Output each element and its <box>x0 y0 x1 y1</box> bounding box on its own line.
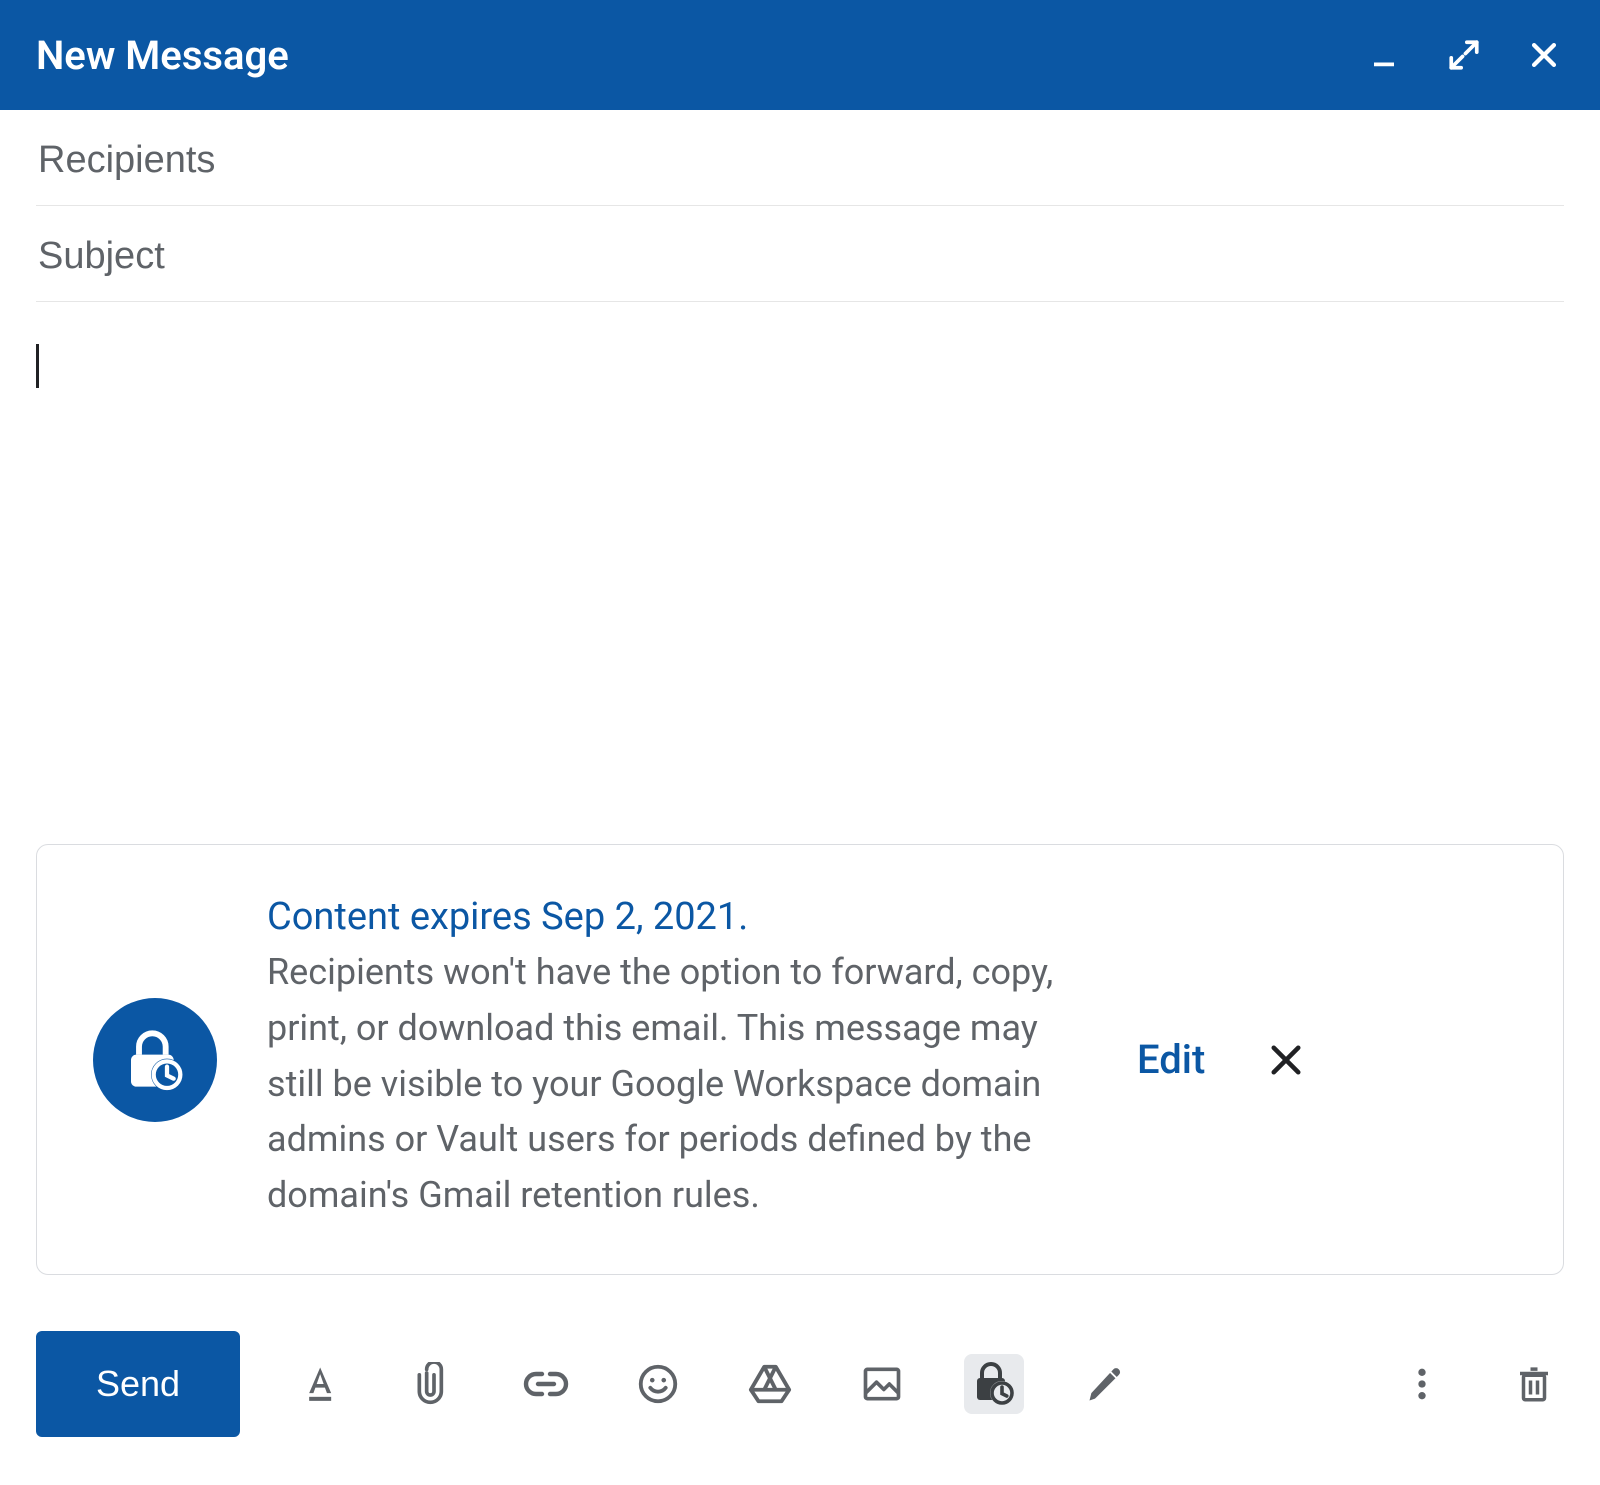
subject-row <box>36 206 1564 302</box>
confidential-headline: Content expires Sep 2, 2021. <box>267 895 1087 939</box>
insert-emoji-button[interactable] <box>628 1354 688 1414</box>
close-icon <box>1265 1039 1307 1081</box>
emoji-icon <box>635 1361 681 1407</box>
window-title: New Message <box>36 32 1364 79</box>
attach-file-button[interactable] <box>404 1354 464 1414</box>
minimize-icon <box>1369 40 1399 70</box>
confidential-edit-button[interactable]: Edit <box>1137 1036 1205 1083</box>
window-controls <box>1364 35 1564 75</box>
confidential-actions: Edit <box>1137 1036 1307 1083</box>
confidential-clock-lock-icon <box>123 1028 187 1092</box>
trash-icon <box>1513 1363 1555 1405</box>
titlebar: New Message <box>0 0 1600 110</box>
recipients-row <box>36 110 1564 206</box>
insert-drive-button[interactable] <box>740 1354 800 1414</box>
insert-link-button[interactable] <box>516 1354 576 1414</box>
discard-draft-button[interactable] <box>1504 1354 1564 1414</box>
compose-window: New Message <box>0 0 1600 1485</box>
confidential-description: Recipients won't have the option to forw… <box>267 945 1087 1224</box>
formatting-options-button[interactable] <box>292 1354 352 1414</box>
image-icon <box>860 1362 904 1406</box>
confidential-dismiss-button[interactable] <box>1265 1039 1307 1081</box>
expand-button[interactable] <box>1444 35 1484 75</box>
close-button[interactable] <box>1524 35 1564 75</box>
confidential-mode-button[interactable] <box>964 1354 1024 1414</box>
more-vertical-icon <box>1402 1364 1442 1404</box>
insert-signature-button[interactable] <box>1076 1354 1136 1414</box>
message-body[interactable] <box>0 302 1600 844</box>
link-icon <box>522 1360 570 1408</box>
text-cursor <box>36 344 39 388</box>
send-button[interactable]: Send <box>36 1331 240 1437</box>
header-fields <box>0 110 1600 302</box>
close-icon <box>1527 38 1561 72</box>
confidential-mode-card: Content expires Sep 2, 2021. Recipients … <box>36 844 1564 1275</box>
compose-toolbar: Send <box>0 1311 1600 1485</box>
minimize-button[interactable] <box>1364 35 1404 75</box>
text-format-icon <box>300 1362 344 1406</box>
subject-input[interactable] <box>36 234 1564 279</box>
insert-photo-button[interactable] <box>852 1354 912 1414</box>
pen-icon <box>1084 1362 1128 1406</box>
more-options-button[interactable] <box>1392 1354 1452 1414</box>
confidential-icon-badge <box>93 998 217 1122</box>
expand-icon <box>1447 38 1481 72</box>
confidential-clock-lock-icon <box>970 1360 1018 1408</box>
drive-icon <box>747 1361 793 1407</box>
recipients-input[interactable] <box>36 138 1564 183</box>
confidential-text: Content expires Sep 2, 2021. Recipients … <box>267 895 1087 1224</box>
paperclip-icon <box>412 1362 456 1406</box>
